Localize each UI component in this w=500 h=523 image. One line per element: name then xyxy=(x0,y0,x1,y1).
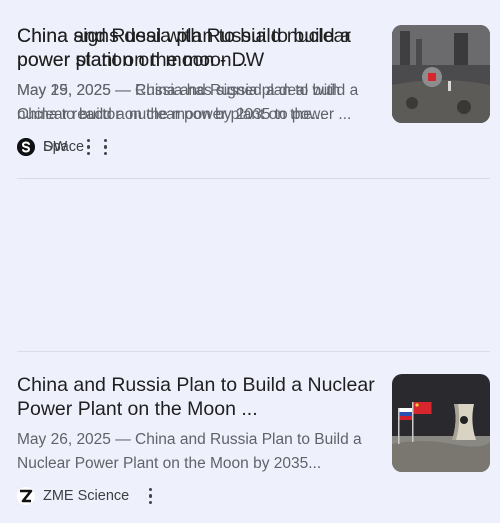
result-snippet: May 26, 2025 — China and Russia Plan to … xyxy=(17,428,382,476)
snippet-line: May 26, 2025 — China and Russia Plan to … xyxy=(17,431,362,448)
result-source: Space xyxy=(17,136,116,158)
result-divider xyxy=(17,178,490,179)
title-line: China signs deal with Russia to build a xyxy=(17,25,351,47)
more-options-icon[interactable] xyxy=(139,485,161,507)
moon-base-image[interactable] xyxy=(392,25,490,123)
result-snippet: May 25, 2025 — Russia has signed a deal … xyxy=(17,79,382,127)
snippet-line: May 25, 2025 — Russia has signed a deal … xyxy=(17,82,341,99)
news-result[interactable]: China and Russia Plan to Build a Nuclear… xyxy=(0,349,500,523)
space-logo-icon xyxy=(17,138,35,156)
snippet-line: Nuclear Power Plant on the Moon by 2035.… xyxy=(17,455,322,472)
result-title[interactable]: China and Russia Plan to Build a Nuclear… xyxy=(17,373,377,421)
news-results: China and Russia plan to build nuclear p… xyxy=(0,0,500,522)
result-source: ZME Science xyxy=(17,485,161,507)
flags-nuclear-plant-moon-image[interactable] xyxy=(392,374,490,472)
more-options-icon[interactable] xyxy=(94,136,116,158)
source-name[interactable]: ZME Science xyxy=(43,488,129,504)
title-line: power plant on the moon ... xyxy=(17,49,254,71)
title-line: China and Russia Plan to Build a Nuclear xyxy=(17,374,375,396)
source-name[interactable]: Space xyxy=(43,139,84,155)
zme-logo-icon xyxy=(17,487,35,505)
snippet-line: China to build a nuclear power plant on … xyxy=(17,106,325,123)
title-line: Power Plant on the Moon ... xyxy=(17,398,258,420)
news-result[interactable]: China signs deal with Russia to build a … xyxy=(0,0,500,174)
result-title[interactable]: China signs deal with Russia to build a … xyxy=(17,24,377,72)
result-divider xyxy=(17,351,490,352)
